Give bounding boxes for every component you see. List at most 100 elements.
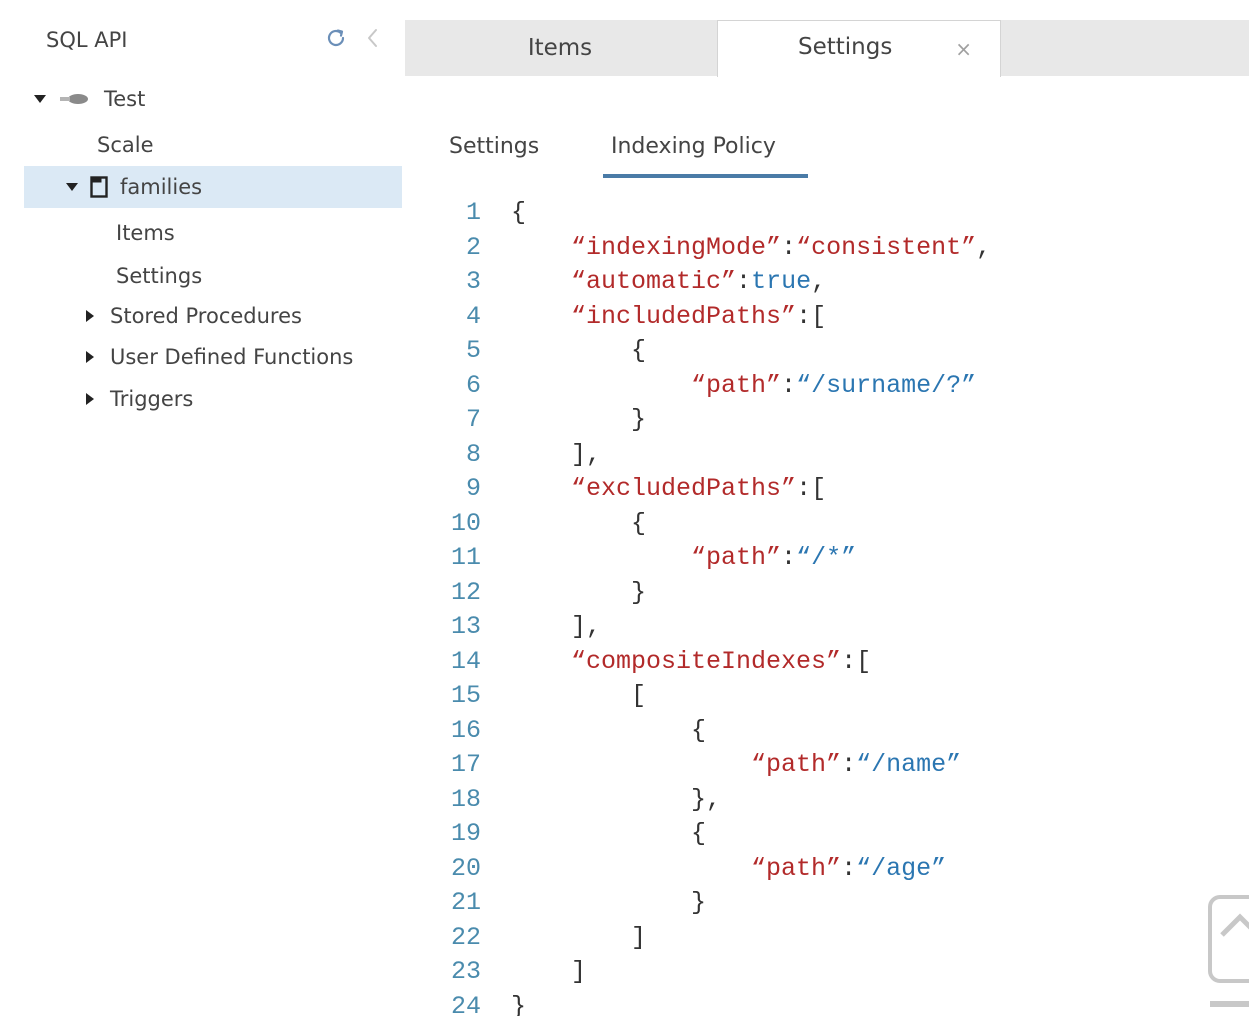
- code-line[interactable]: 23 ]: [425, 955, 1245, 989]
- code-line[interactable]: 5 {: [425, 334, 1245, 368]
- line-number: 15: [450, 681, 481, 710]
- code-line[interactable]: 11 “path”:“/*”: [425, 541, 1245, 575]
- code-token: },: [691, 784, 722, 814]
- tree-item-collection-families[interactable]: families: [24, 166, 402, 208]
- caret-down-icon[interactable]: [34, 95, 46, 103]
- line-number: 23: [450, 957, 481, 986]
- code-line[interactable]: 13 ],: [425, 610, 1245, 644]
- code-line[interactable]: 14 “compositeIndexes”:[: [425, 645, 1245, 679]
- tree-item-settings[interactable]: Settings: [116, 256, 376, 296]
- code-token: }: [511, 991, 527, 1016]
- code-line[interactable]: 8 ],: [425, 438, 1245, 472]
- line-number: 19: [450, 819, 481, 848]
- chevron-left-icon[interactable]: [364, 26, 380, 50]
- code-token: ]: [631, 922, 647, 952]
- tree-item-label: Items: [116, 221, 175, 245]
- code-line[interactable]: 24}: [425, 990, 1245, 1016]
- resource-tree-sidebar: SQL API Test Scale families Items Settin…: [0, 0, 405, 1016]
- code-token: {: [511, 198, 527, 227]
- tree-item-label: User Defined Functions: [110, 345, 354, 369]
- refresh-icon[interactable]: [324, 26, 348, 50]
- close-icon[interactable]: ×: [955, 37, 972, 61]
- line-number: 24: [450, 991, 481, 1016]
- line-number: 17: [450, 750, 481, 779]
- tree-item-stored-procedures[interactable]: Stored Procedures: [86, 296, 396, 336]
- code-line[interactable]: 4 “includedPaths”:[: [425, 300, 1245, 334]
- tab-items[interactable]: Items: [405, 20, 715, 76]
- line-number: 5: [465, 336, 481, 365]
- tree-item-items[interactable]: Items: [116, 213, 376, 253]
- code-token: :: [781, 543, 797, 572]
- code-line[interactable]: 7 }: [425, 403, 1245, 437]
- tab-settings[interactable]: Settings ×: [717, 20, 1001, 77]
- code-line[interactable]: 1{: [425, 196, 1245, 230]
- tree-item-label: Test: [104, 87, 146, 111]
- subtab-settings[interactable]: Settings: [449, 134, 539, 159]
- scroll-to-top-icon[interactable]: [1206, 895, 1249, 1015]
- line-number: 16: [450, 715, 481, 745]
- caret-right-icon[interactable]: [86, 351, 94, 363]
- code-token: :: [841, 750, 857, 779]
- subtab-indexing-policy[interactable]: Indexing Policy: [611, 134, 776, 159]
- line-number: 9: [465, 474, 481, 503]
- tree-item-scale[interactable]: Scale: [97, 125, 377, 165]
- main-pane: Items Settings × Settings Indexing Polic…: [405, 0, 1249, 1016]
- caret-right-icon[interactable]: [86, 393, 94, 405]
- code-token: ]: [571, 957, 587, 986]
- code-token: }: [631, 405, 647, 434]
- code-line[interactable]: 9 “excludedPaths”:[: [425, 472, 1245, 506]
- code-line[interactable]: 20 “path”:“/age”: [425, 852, 1245, 886]
- tree-item-label: Triggers: [110, 387, 194, 411]
- code-line[interactable]: 19 {: [425, 817, 1245, 851]
- code-line[interactable]: 15 [: [425, 679, 1245, 713]
- code-token: {: [631, 508, 647, 538]
- code-line[interactable]: 21 }: [425, 886, 1245, 920]
- sidebar-header: SQL API: [0, 20, 405, 64]
- code-line[interactable]: 2 “indexingMode”:“consistent”,: [425, 231, 1245, 265]
- code-token: true: [751, 267, 812, 296]
- code-line[interactable]: 17 “path”:“/name”: [425, 748, 1245, 782]
- code-token: [: [631, 681, 647, 710]
- code-token: :[: [841, 646, 872, 676]
- database-icon: [60, 94, 88, 104]
- tree-item-database-test[interactable]: Test: [34, 79, 394, 119]
- line-number: 2: [465, 232, 481, 262]
- code-token: ],: [571, 612, 602, 641]
- code-line[interactable]: 22 ]: [425, 921, 1245, 955]
- tree-item-label: Settings: [116, 264, 203, 288]
- indexing-policy-editor[interactable]: 1{2 “indexingMode”:“consistent”, 3 “autom…: [425, 196, 1245, 1016]
- code-token: :: [736, 267, 752, 296]
- code-line[interactable]: 3 “automatic”:true,: [425, 265, 1245, 299]
- code-token: }: [691, 888, 707, 917]
- line-number: 4: [465, 301, 481, 331]
- code-token: ,: [976, 232, 992, 262]
- caret-right-icon[interactable]: [86, 310, 94, 322]
- code-token: “path”: [751, 853, 842, 883]
- caret-down-icon[interactable]: [66, 183, 78, 191]
- code-line[interactable]: 12 }: [425, 576, 1245, 610]
- line-number: 20: [450, 853, 481, 883]
- line-number: 8: [465, 439, 481, 469]
- code-token: :[: [796, 474, 827, 503]
- line-number: 22: [450, 922, 481, 952]
- line-number: 11: [450, 543, 481, 572]
- line-number: 10: [450, 508, 481, 538]
- code-line[interactable]: 6 “path”:“/surname/?”: [425, 369, 1245, 403]
- line-number: 13: [450, 612, 481, 641]
- tree-item-triggers[interactable]: Triggers: [86, 379, 396, 419]
- code-line[interactable]: 16 {: [425, 714, 1245, 748]
- code-line[interactable]: 18 },: [425, 783, 1245, 817]
- code-token: “includedPaths”: [571, 301, 797, 331]
- line-number: 14: [450, 646, 481, 676]
- api-title: SQL API: [46, 28, 128, 52]
- tree-item-user-defined-functions[interactable]: User Defined Functions: [86, 337, 404, 377]
- code-line[interactable]: 10 {: [425, 507, 1245, 541]
